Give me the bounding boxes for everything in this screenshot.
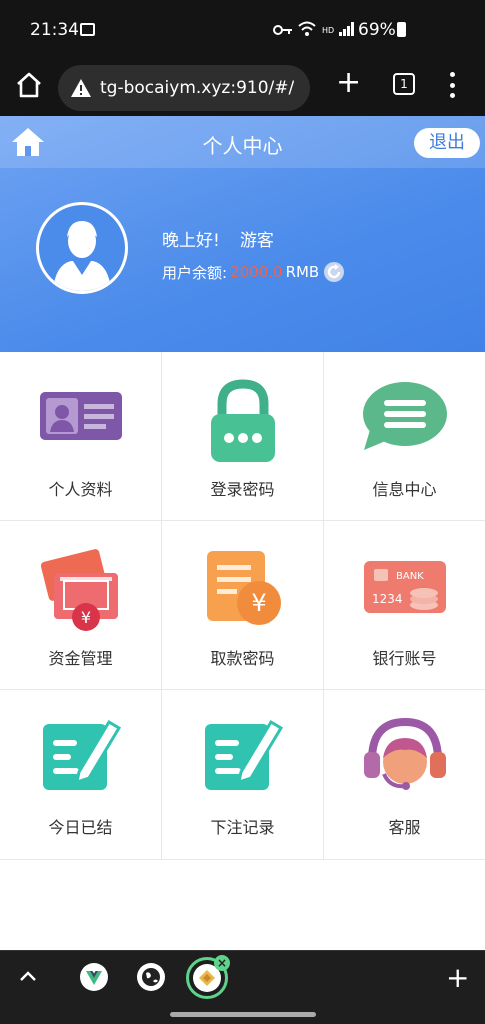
menu-item-messages[interactable]: 信息中心 — [324, 352, 485, 521]
balance-unit: RMB — [285, 263, 320, 281]
menu-label: 取款密码 — [210, 649, 275, 668]
new-tab-button[interactable]: + — [336, 68, 361, 98]
home-indicator[interactable] — [170, 1012, 316, 1017]
chat-bubble-icon — [362, 382, 447, 450]
balance-value: 2000.0 — [230, 263, 283, 281]
key-icon — [273, 25, 292, 35]
balance-label: 用户余额: — [162, 263, 228, 282]
greeting-text: 晚上好! — [162, 231, 220, 251]
user-avatar-icon — [53, 221, 111, 291]
withdraw-document-icon: ¥ — [206, 551, 281, 625]
bank-text: BANK — [396, 571, 424, 582]
menu-label: 登录密码 — [210, 480, 275, 499]
menu-item-login-password[interactable]: 登录密码 — [162, 352, 324, 521]
image-icon — [80, 23, 95, 36]
menu-label: 下注记录 — [210, 818, 275, 837]
menu-label: 银行账号 — [372, 649, 437, 668]
refresh-icon[interactable] — [323, 261, 345, 283]
wallet-icon: ¥ — [40, 549, 118, 631]
battery-icon — [397, 22, 406, 37]
avatar — [36, 202, 128, 294]
menu-item-withdraw-password[interactable]: ¥ 取款密码 — [162, 521, 324, 690]
signal-icon — [339, 22, 354, 36]
menu-item-bet-records[interactable]: 下注记录 — [162, 690, 324, 860]
edit-note-icon — [42, 719, 121, 790]
warning-icon — [71, 79, 91, 97]
menu-label: 客服 — [388, 818, 421, 837]
menu-grid: 个人资料 登录密码 信息中心 ¥ 资金管理 ¥ 取款密码 BANK 1234 银… — [0, 352, 485, 860]
username: 游客 — [239, 231, 274, 251]
tab-favicon-vue[interactable] — [80, 963, 108, 991]
menu-label: 今日已结 — [48, 818, 113, 837]
tab-favicon-globe[interactable] — [137, 963, 165, 991]
address-bar[interactable]: tg-bocaiym.xyz:910/#/ — [58, 65, 310, 111]
chevron-up-icon[interactable] — [18, 967, 38, 987]
headset-icon — [363, 717, 446, 790]
close-tab-button[interactable]: × — [214, 955, 230, 971]
new-tab-button[interactable]: + — [446, 961, 469, 994]
balance-row: 用户余额: 2000.0 RMB — [162, 261, 345, 283]
vue-icon — [86, 971, 102, 985]
page-title: 个人中心 — [202, 134, 283, 158]
status-time: 21:34 — [30, 20, 79, 40]
browser-tab-strip: × + — [0, 950, 485, 1006]
edit-note-icon — [204, 719, 283, 790]
menu-label: 资金管理 — [48, 649, 113, 668]
yen-symbol: ¥ — [80, 608, 90, 627]
wifi-icon — [298, 21, 316, 36]
menu-item-bank-account[interactable]: BANK 1234 银行账号 — [324, 521, 485, 690]
menu-label: 个人资料 — [48, 480, 113, 499]
menu-label: 信息中心 — [372, 480, 437, 499]
gesture-area — [0, 1006, 485, 1024]
home-icon[interactable] — [14, 70, 44, 100]
status-bar: 21:34 HD 69% — [0, 0, 485, 58]
profile-header: 个人中心 退出 晚上好! 游客 用户余额: 2000.0 RMB — [0, 116, 485, 352]
id-card-icon — [39, 392, 122, 440]
menu-item-funds[interactable]: ¥ 资金管理 — [0, 521, 162, 690]
menu-item-profile[interactable]: 个人资料 — [0, 352, 162, 521]
menu-item-customer-service[interactable]: 客服 — [324, 690, 485, 860]
greeting: 晚上好! 游客 — [162, 226, 274, 251]
browser-toolbar: tg-bocaiym.xyz:910/#/ + 1 — [0, 58, 485, 116]
url-text: tg-bocaiym.xyz:910/#/ — [100, 78, 295, 98]
card-number: 1234 — [372, 592, 403, 606]
lock-icon — [210, 379, 275, 462]
tab-switcher-button[interactable]: 1 — [393, 73, 415, 95]
bank-card-icon: BANK 1234 — [363, 561, 446, 613]
hd-badge: HD — [322, 26, 335, 35]
yen-symbol: ¥ — [251, 589, 266, 617]
logout-button[interactable]: 退出 — [414, 128, 480, 158]
more-menu-button[interactable] — [448, 72, 456, 98]
menu-item-settled-today[interactable]: 今日已结 — [0, 690, 162, 860]
battery-percent: 69% — [358, 20, 396, 40]
globe-icon — [142, 968, 160, 986]
